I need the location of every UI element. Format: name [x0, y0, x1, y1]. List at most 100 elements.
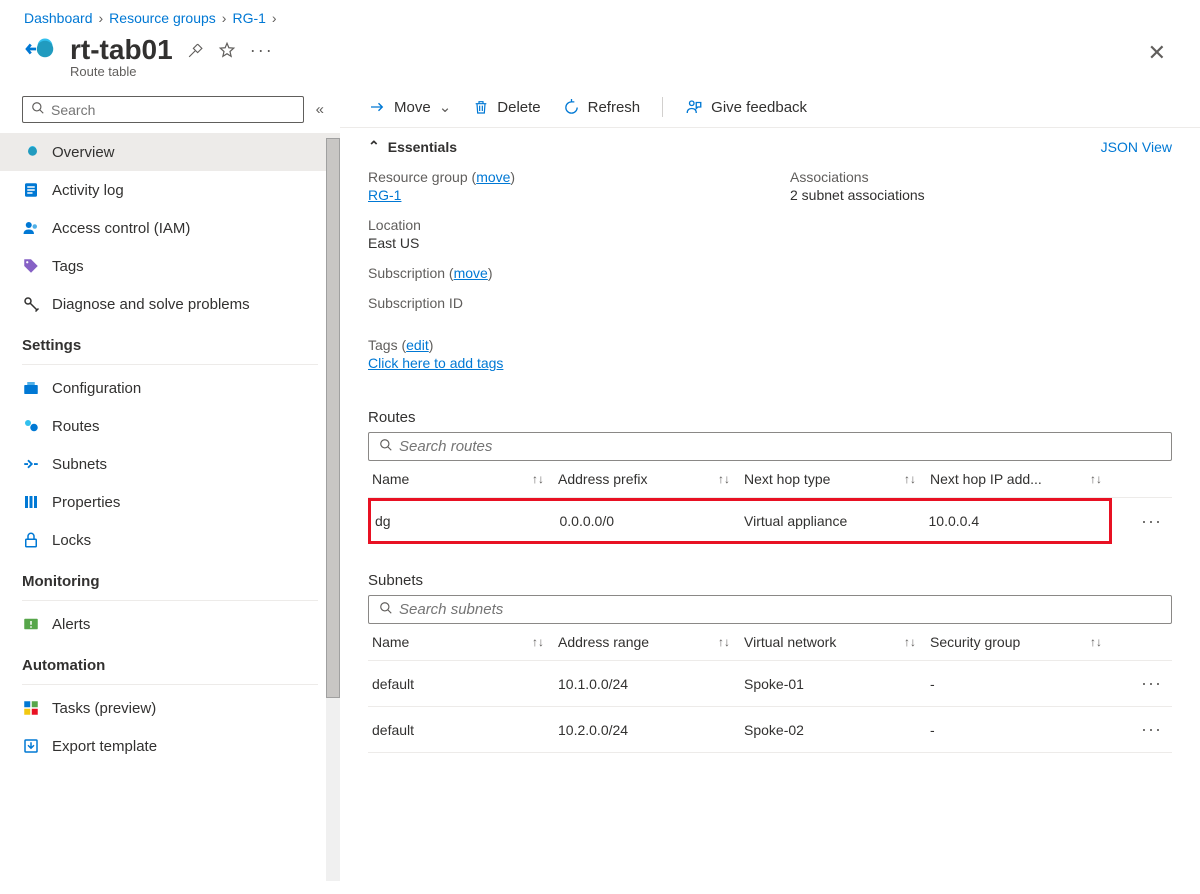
col-header-sg[interactable]: Security group↑↓	[926, 624, 1112, 660]
sidebar-item-tags[interactable]: Tags	[0, 247, 340, 285]
subnets-grid-head: Name↑↓ Address range↑↓ Virtual network↑↓…	[368, 624, 1172, 661]
tags-add-link[interactable]: Click here to add tags	[368, 355, 503, 371]
route-hop-type: Virtual appliance	[740, 501, 925, 541]
resource-group-link[interactable]: RG-1	[368, 187, 401, 203]
content-pane: Move ⌄ Delete Refresh Give feedback ⌃ Es…	[340, 87, 1200, 881]
move-button[interactable]: Move ⌄	[368, 98, 451, 116]
subscription-label: Subscription (move)	[368, 265, 750, 281]
activity-log-icon	[22, 181, 40, 199]
sidebar-item-diagnose[interactable]: Diagnose and solve problems	[0, 285, 340, 323]
feedback-button[interactable]: Give feedback	[685, 98, 807, 116]
subnets-grid: Name↑↓ Address range↑↓ Virtual network↑↓…	[368, 624, 1172, 753]
table-row[interactable]: default 10.1.0.0/24 Spoke-01 - ···	[368, 661, 1172, 707]
chevron-right-icon: ›	[222, 10, 227, 26]
sidebar-item-configuration[interactable]: Configuration	[0, 369, 340, 407]
sidebar-item-overview[interactable]: Overview	[0, 133, 340, 171]
sidebar-item-label: Diagnose and solve problems	[52, 296, 250, 313]
route-name: dg	[371, 501, 556, 541]
move-icon	[368, 98, 386, 116]
subnets-section-title: Subnets	[340, 562, 1200, 595]
divider	[662, 97, 663, 117]
sidebar-item-export-template[interactable]: Export template	[0, 727, 340, 765]
pin-icon[interactable]	[187, 42, 204, 59]
location-label: Location	[368, 217, 750, 233]
sort-icon: ↑↓	[1090, 635, 1102, 649]
essentials-toggle[interactable]: ⌃ Essentials JSON View	[340, 128, 1200, 165]
sidebar-item-routes[interactable]: Routes	[0, 407, 340, 445]
close-icon[interactable]: ✕	[1138, 34, 1176, 72]
subnet-vnet: Spoke-02	[740, 710, 926, 750]
refresh-button[interactable]: Refresh	[563, 99, 641, 116]
col-header-name[interactable]: Name↑↓	[368, 461, 554, 497]
route-hop-ip: 10.0.0.4	[925, 501, 1110, 541]
sidebar-search-input[interactable]	[51, 102, 295, 118]
route-prefix: 0.0.0.0/0	[556, 501, 741, 541]
star-icon[interactable]	[218, 41, 236, 59]
routes-search[interactable]	[368, 432, 1172, 461]
location-value: East US	[368, 235, 750, 251]
routes-search-input[interactable]	[399, 438, 1161, 455]
sidebar-item-locks[interactable]: Locks	[0, 521, 340, 559]
breadcrumb-rg-1[interactable]: RG-1	[232, 10, 265, 26]
table-row[interactable]: dg 0.0.0.0/0 Virtual appliance 10.0.0.4 …	[368, 498, 1172, 544]
subnets-search-input[interactable]	[399, 601, 1161, 618]
delete-button[interactable]: Delete	[473, 99, 540, 116]
sidebar-item-tasks[interactable]: Tasks (preview)	[0, 689, 340, 727]
chevron-right-icon: ›	[99, 10, 104, 26]
configuration-icon	[22, 379, 40, 397]
sidebar-item-label: Configuration	[52, 380, 141, 397]
sidebar-item-label: Tasks (preview)	[52, 700, 156, 717]
subnet-range: 10.1.0.0/24	[554, 664, 740, 704]
table-row[interactable]: default 10.2.0.0/24 Spoke-02 - ···	[368, 707, 1172, 753]
more-icon[interactable]: ···	[250, 40, 274, 61]
sidebar-scrollbar[interactable]	[326, 138, 340, 881]
sort-icon: ↑↓	[718, 472, 730, 486]
col-header-prefix[interactable]: Address prefix↑↓	[554, 461, 740, 497]
collapse-sidebar-icon[interactable]: «	[312, 97, 328, 122]
routes-icon	[22, 417, 40, 435]
json-view-link[interactable]: JSON View	[1101, 139, 1172, 155]
routes-grid-head: Name↑↓ Address prefix↑↓ Next hop type↑↓ …	[368, 461, 1172, 498]
subnets-search[interactable]	[368, 595, 1172, 624]
divider	[22, 364, 318, 365]
routes-section-title: Routes	[340, 399, 1200, 432]
tags-edit-link[interactable]: edit	[406, 337, 429, 353]
row-more-icon[interactable]: ···	[1112, 661, 1172, 706]
subscription-id-label: Subscription ID	[368, 295, 750, 311]
col-header-vnet[interactable]: Virtual network↑↓	[740, 624, 926, 660]
sidebar-item-activity-log[interactable]: Activity log	[0, 171, 340, 209]
refresh-icon	[563, 99, 580, 116]
sidebar: « Overview Activity log Access control (…	[0, 87, 340, 881]
sidebar-section-settings: Settings	[0, 323, 340, 360]
sidebar-item-properties[interactable]: Properties	[0, 483, 340, 521]
sort-icon: ↑↓	[904, 472, 916, 486]
divider	[22, 684, 318, 685]
col-header-hop-type[interactable]: Next hop type↑↓	[740, 461, 926, 497]
chevron-up-icon: ⌃	[368, 138, 380, 155]
sidebar-item-label: Tags	[52, 258, 84, 275]
sidebar-search[interactable]	[22, 96, 304, 123]
col-header-name[interactable]: Name↑↓	[368, 624, 554, 660]
sidebar-item-access-control[interactable]: Access control (IAM)	[0, 209, 340, 247]
breadcrumb-resource-groups[interactable]: Resource groups	[109, 10, 216, 26]
breadcrumb-dashboard[interactable]: Dashboard	[24, 10, 93, 26]
col-header-range[interactable]: Address range↑↓	[554, 624, 740, 660]
subscription-move-link[interactable]: move	[454, 265, 488, 281]
search-icon	[31, 101, 45, 118]
command-bar: Move ⌄ Delete Refresh Give feedback	[340, 87, 1200, 128]
sidebar-section-automation: Automation	[0, 643, 340, 680]
sort-icon: ↑↓	[718, 635, 730, 649]
sort-icon: ↑↓	[532, 635, 544, 649]
resource-group-move-link[interactable]: move	[476, 169, 510, 185]
sidebar-item-subnets[interactable]: Subnets	[0, 445, 340, 483]
row-more-icon[interactable]: ···	[1112, 707, 1172, 752]
row-more-icon[interactable]: ···	[1112, 499, 1172, 544]
export-template-icon	[22, 737, 40, 755]
col-header-hop-ip[interactable]: Next hop IP add...↑↓	[926, 461, 1112, 497]
sidebar-item-alerts[interactable]: Alerts	[0, 605, 340, 643]
sidebar-item-label: Locks	[52, 532, 91, 549]
subnet-range: 10.2.0.0/24	[554, 710, 740, 750]
access-control-icon	[22, 219, 40, 237]
locks-icon	[22, 531, 40, 549]
tags-icon	[22, 257, 40, 275]
